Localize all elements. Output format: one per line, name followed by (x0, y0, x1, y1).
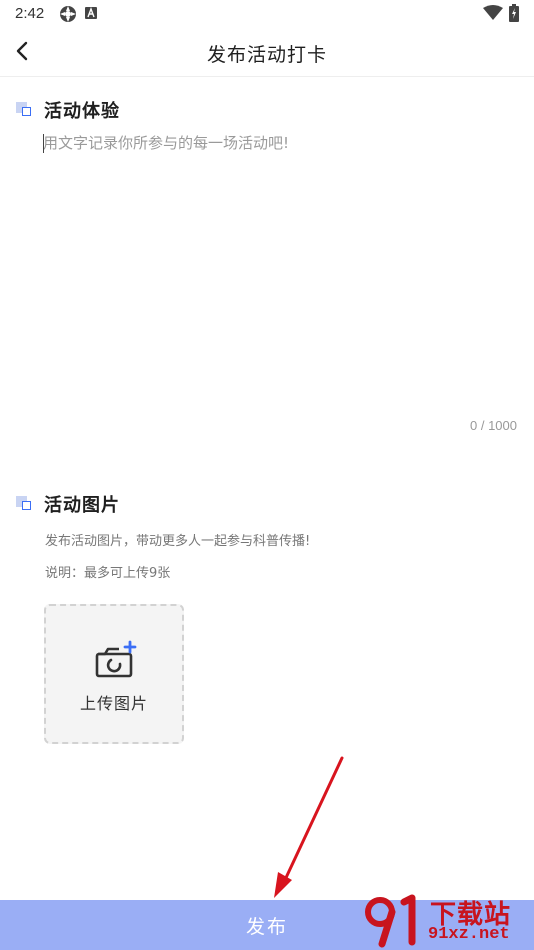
settings-status-icon (60, 6, 76, 22)
status-bar: 2:42 (0, 0, 534, 28)
status-time: 2:42 (15, 5, 45, 22)
experience-section-header: 活动体验 (16, 97, 120, 123)
section-marker-icon (16, 496, 34, 512)
app-a-status-icon (85, 7, 97, 19)
publish-label: 发布 (245, 915, 288, 938)
photos-limit-note: 说明：最多可上传9张 (45, 566, 171, 581)
site-watermark: 下载站 91xz.net (362, 892, 534, 950)
experience-section-title: 活动体验 (44, 101, 120, 122)
character-count: 0 / 1000 (470, 418, 517, 433)
photos-section-title: 活动图片 (44, 495, 120, 516)
battery-icon (509, 4, 519, 22)
camera-add-icon (95, 640, 137, 678)
upload-photo-label: 上传图片 (79, 694, 148, 713)
text-cursor (43, 134, 44, 153)
annotation-arrow (274, 756, 344, 898)
wifi-icon (483, 5, 503, 20)
page-title: 发布活动打卡 (206, 44, 327, 66)
watermark-text-bottom: 91xz.net (428, 925, 510, 944)
upload-photo-button[interactable]: 上传图片 (44, 604, 184, 744)
publish-activity-page: 2:42 发布活动打卡 活动体验 0 / 10 (0, 0, 534, 950)
top-app-bar: 发布活动打卡 (0, 28, 534, 77)
section-marker-icon (16, 102, 34, 118)
watermark-logo (365, 894, 416, 948)
photos-section-header: 活动图片 (16, 491, 120, 517)
photos-description: 发布活动图片，带动更多人一起参与科普传播! (45, 534, 311, 549)
experience-input[interactable] (43, 132, 513, 412)
